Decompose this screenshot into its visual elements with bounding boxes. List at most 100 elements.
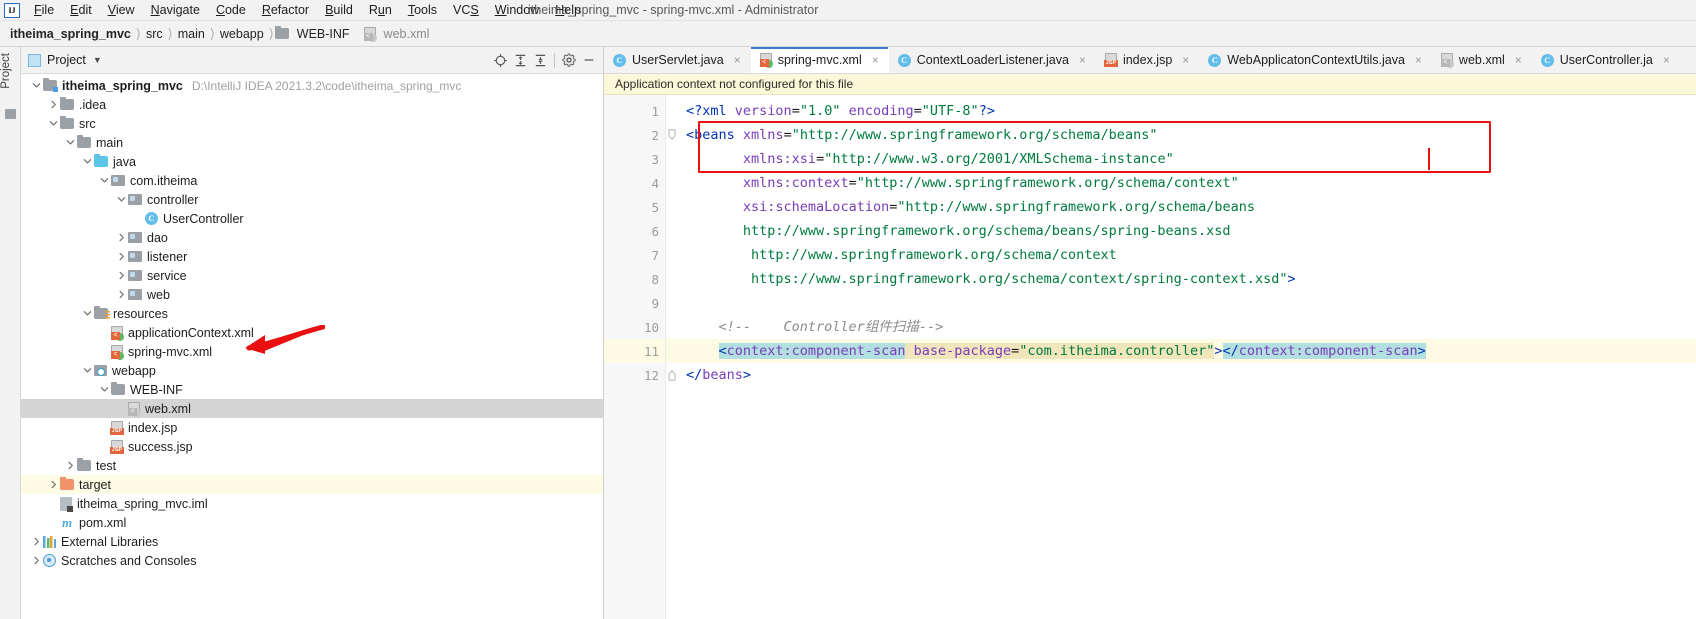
breadcrumb-item-project[interactable]: itheima_spring_mvc	[6, 26, 135, 42]
chevron-down-icon[interactable]	[97, 383, 111, 397]
close-icon[interactable]: ×	[1077, 54, 1088, 66]
breadcrumb-item-main[interactable]: main	[174, 26, 209, 42]
chevron-right-icon[interactable]	[63, 459, 77, 473]
code-fold-marker-icon[interactable]	[668, 129, 677, 140]
collapse-all-icon[interactable]	[530, 50, 550, 70]
chevron-down-icon[interactable]	[29, 79, 43, 93]
menu-edit[interactable]: Edit	[62, 1, 100, 19]
code-line[interactable]: xsi:schemaLocation="http://www.springfra…	[680, 195, 1696, 219]
code-line[interactable]: </beans>	[680, 363, 1696, 387]
menu-run[interactable]: Run	[361, 1, 400, 19]
close-icon[interactable]: ×	[870, 54, 881, 66]
chevron-down-icon[interactable]	[46, 117, 60, 131]
tree-node-controller[interactable]: controller	[21, 190, 603, 209]
tree-node-main[interactable]: main	[21, 133, 603, 152]
menu-code[interactable]: Code	[208, 1, 254, 19]
editor-tab-webapplicatoncontextutils-java[interactable]: C WebApplicatonContextUtils.java ×	[1199, 47, 1432, 73]
tree-node-service[interactable]: service	[21, 266, 603, 285]
code-fold-marker-icon[interactable]	[668, 369, 677, 381]
menu-navigate[interactable]: Navigate	[143, 1, 208, 19]
tree-node-src[interactable]: src	[21, 114, 603, 133]
project-tree[interactable]: itheima_spring_mvc D:\IntelliJ IDEA 2021.…	[21, 74, 603, 619]
code-line[interactable]: http://www.springframework.org/schema/be…	[680, 219, 1696, 243]
close-icon[interactable]: ×	[1180, 54, 1191, 66]
chevron-right-icon[interactable]	[46, 478, 60, 492]
chevron-down-icon[interactable]	[97, 174, 111, 188]
chevron-down-icon[interactable]	[80, 364, 94, 378]
editor-tab-contextloaderlistener-java[interactable]: C ContextLoaderListener.java ×	[889, 47, 1096, 73]
breadcrumb-item-src[interactable]: src	[142, 26, 167, 42]
tree-node-pom-xml[interactable]: m pom.xml	[21, 513, 603, 532]
tree-node-test[interactable]: test	[21, 456, 603, 475]
tree-node-usercontroller[interactable]: C UserController	[21, 209, 603, 228]
chevron-down-icon[interactable]	[114, 193, 128, 207]
hide-panel-icon[interactable]	[579, 50, 599, 70]
close-icon[interactable]: ×	[1661, 54, 1672, 66]
tree-node-listener[interactable]: listener	[21, 247, 603, 266]
chevron-right-icon[interactable]	[46, 98, 60, 112]
chevron-right-icon[interactable]	[114, 269, 128, 283]
code-line[interactable]: https://www.springframework.org/schema/c…	[680, 267, 1696, 291]
breadcrumb-item-web-inf[interactable]: WEB-INF	[274, 25, 354, 42]
chevron-right-icon[interactable]	[29, 554, 43, 568]
tree-node-idea[interactable]: .idea	[21, 95, 603, 114]
tree-node-web-xml[interactable]: web.xml	[21, 399, 603, 418]
locate-icon[interactable]	[490, 50, 510, 70]
code-line[interactable]: <?xml version="1.0" encoding="UTF-8"?>	[680, 99, 1696, 123]
tree-node-dao[interactable]: dao	[21, 228, 603, 247]
code-line[interactable]: http://www.springframework.org/schema/co…	[680, 243, 1696, 267]
tree-node-web-inf[interactable]: WEB-INF	[21, 380, 603, 399]
tree-node-index-jsp[interactable]: index.jsp	[21, 418, 603, 437]
code-line[interactable]: <context:component-scan base-package="co…	[680, 339, 1696, 363]
breadcrumb-item-web-xml[interactable]: web.xml	[363, 26, 434, 42]
tree-node-scratches-and-consoles[interactable]: Scratches and Consoles	[21, 551, 603, 570]
code-folding-column[interactable]	[666, 95, 680, 619]
code-content[interactable]: <?xml version="1.0" encoding="UTF-8"?> <b…	[680, 95, 1696, 619]
tree-node-com-itheima[interactable]: com.itheima	[21, 171, 603, 190]
menu-build[interactable]: Build	[317, 1, 361, 19]
code-line[interactable]	[680, 291, 1696, 315]
tree-node-resources[interactable]: resources	[21, 304, 603, 323]
menu-tools[interactable]: Tools	[400, 1, 445, 19]
chevron-right-icon[interactable]	[114, 231, 128, 245]
chevron-down-icon[interactable]	[63, 136, 77, 150]
tree-node-itheima-spring-mvc[interactable]: itheima_spring_mvc D:\IntelliJ IDEA 2021.…	[21, 76, 603, 95]
gear-icon[interactable]	[559, 50, 579, 70]
menu-view[interactable]: View	[100, 1, 143, 19]
editor-tab-index-jsp[interactable]: index.jsp ×	[1096, 47, 1199, 73]
code-line[interactable]: xmlns:xsi="http://www.w3.org/2001/XMLSch…	[680, 147, 1696, 171]
tree-node-target[interactable]: target	[21, 475, 603, 494]
chevron-right-icon[interactable]	[29, 535, 43, 549]
close-icon[interactable]: ×	[1513, 54, 1524, 66]
chevron-down-icon[interactable]	[80, 307, 94, 321]
chevron-down-icon[interactable]	[80, 155, 94, 169]
expand-all-icon[interactable]	[510, 50, 530, 70]
tree-node-applicationcontext-xml[interactable]: applicationContext.xml	[21, 323, 603, 342]
close-icon[interactable]: ×	[1413, 54, 1424, 66]
chevron-right-icon[interactable]	[114, 288, 128, 302]
tree-node-success-jsp[interactable]: success.jsp	[21, 437, 603, 456]
structure-icon[interactable]	[5, 109, 16, 119]
tree-node-external-libraries[interactable]: External Libraries	[21, 532, 603, 551]
editor-tab-spring-mvc-xml[interactable]: spring-mvc.xml ×	[750, 47, 889, 73]
tree-node-web[interactable]: web	[21, 285, 603, 304]
code-line[interactable]: xmlns:context="http://www.springframewor…	[680, 171, 1696, 195]
chevron-down-icon[interactable]: ▼	[93, 55, 102, 65]
menu-vcs[interactable]: VCS	[445, 1, 487, 19]
tree-node-java[interactable]: java	[21, 152, 603, 171]
tree-node-spring-mvc-xml[interactable]: spring-mvc.xml	[21, 342, 603, 361]
close-icon[interactable]: ×	[732, 54, 743, 66]
editor-tab-usercontroller-ja[interactable]: C UserController.ja ×	[1532, 47, 1680, 73]
editor-tab-userservlet-java[interactable]: C UserServlet.java ×	[604, 47, 751, 73]
menu-file[interactable]: File	[26, 1, 62, 19]
tree-node-webapp[interactable]: webapp	[21, 361, 603, 380]
menu-refactor[interactable]: Refactor	[254, 1, 317, 19]
chevron-right-icon[interactable]	[114, 250, 128, 264]
code-line[interactable]: <beans xmlns="http://www.springframework…	[680, 123, 1696, 147]
editor-tab-web-xml[interactable]: web.xml ×	[1432, 47, 1532, 73]
code-line[interactable]: <!-- Controller组件扫描-->	[680, 315, 1696, 339]
code-editor[interactable]: 1 2 3 4 5 6 7 8 9 10 11 12 <?xml version="1.0" enco…	[604, 95, 1696, 619]
breadcrumb-item-webapp[interactable]: webapp	[216, 26, 268, 42]
tool-window-button-project[interactable]: Project	[0, 53, 21, 91]
tree-node-itheima-spring-mvc-iml[interactable]: itheima_spring_mvc.iml	[21, 494, 603, 513]
